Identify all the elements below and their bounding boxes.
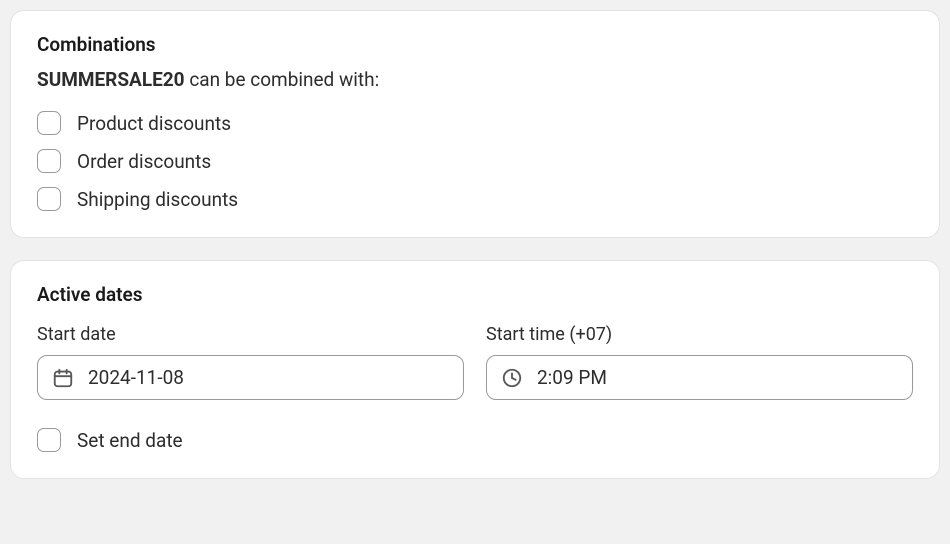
set-end-date-row[interactable]: Set end date (37, 428, 913, 452)
checkbox-shipping-discounts[interactable] (37, 187, 61, 211)
combinations-suffix: can be combined with: (189, 68, 379, 91)
start-date-input[interactable]: 2024-11-08 (37, 355, 464, 400)
checkbox-product-discounts[interactable] (37, 111, 61, 135)
start-time-label: Start time (+07) (486, 324, 913, 345)
active-dates-title: Active dates (37, 283, 913, 306)
start-date-label: Start date (37, 324, 464, 345)
combinations-subtext: SUMMERSALE20 can be combined with: (37, 68, 913, 91)
combo-option-product-discounts[interactable]: Product discounts (37, 111, 913, 135)
clock-icon (501, 367, 523, 389)
combo-option-order-discounts[interactable]: Order discounts (37, 149, 913, 173)
combo-option-shipping-discounts[interactable]: Shipping discounts (37, 187, 913, 211)
calendar-icon (52, 367, 74, 389)
start-date-field: Start date 2024-11-08 (37, 324, 464, 400)
start-time-input[interactable]: 2:09 PM (486, 355, 913, 400)
checkbox-set-end-date[interactable] (37, 428, 61, 452)
checkbox-label: Shipping discounts (77, 188, 238, 211)
combinations-title: Combinations (37, 33, 913, 56)
start-time-field: Start time (+07) 2:09 PM (486, 324, 913, 400)
checkbox-label: Order discounts (77, 150, 211, 173)
combinations-card: Combinations SUMMERSALE20 can be combine… (10, 10, 940, 238)
checkbox-label: Set end date (77, 429, 183, 452)
start-time-value: 2:09 PM (537, 366, 607, 389)
checkbox-order-discounts[interactable] (37, 149, 61, 173)
checkbox-label: Product discounts (77, 112, 231, 135)
discount-code: SUMMERSALE20 (37, 68, 185, 91)
active-dates-card: Active dates Start date 2024-11-08 Start… (10, 260, 940, 479)
start-date-value: 2024-11-08 (88, 366, 184, 389)
